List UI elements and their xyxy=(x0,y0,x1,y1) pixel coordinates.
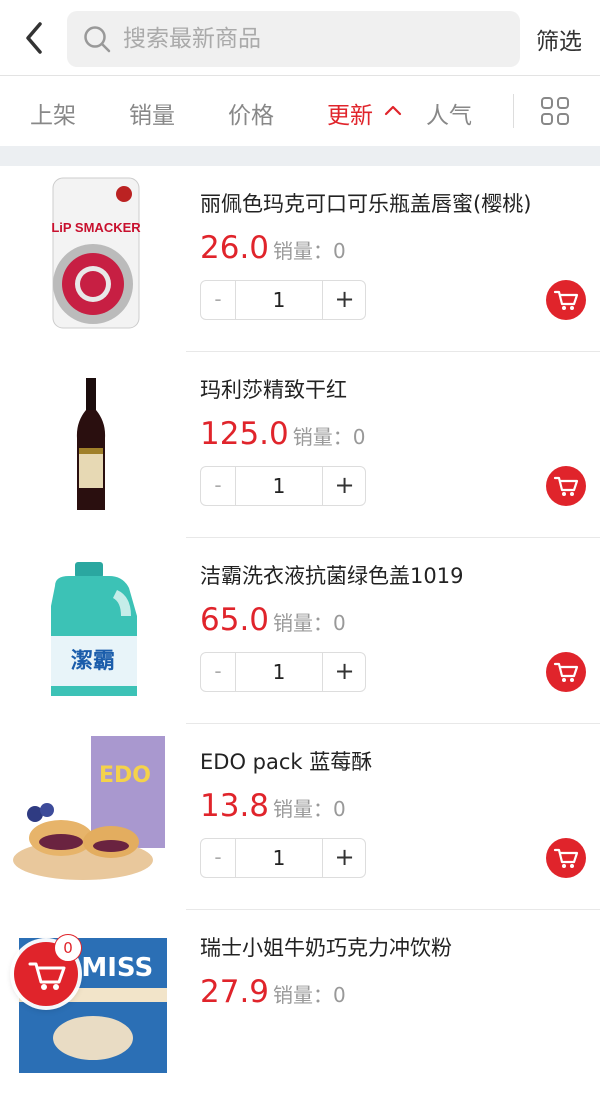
quantity-value[interactable]: 1 xyxy=(236,281,322,319)
decrement-button[interactable]: - xyxy=(201,839,236,877)
product-image-wine[interactable] xyxy=(13,360,168,515)
product-name[interactable]: EDO pack 蓝莓酥 xyxy=(200,746,372,776)
product-item[interactable]: LiP SMACKER 丽佩色玛克可口可乐瓶盖唇蜜(樱桃) 26.0 销量：0 -… xyxy=(0,166,600,352)
decrement-button[interactable]: - xyxy=(201,653,236,691)
product-price: 26.0 销量：0 xyxy=(200,230,346,266)
back-button[interactable] xyxy=(18,18,54,58)
product-item[interactable]: EDO EDO pack 蓝莓酥 13.8 销量：0 - 1 + xyxy=(0,724,600,910)
product-name[interactable]: 瑞士小姐牛奶巧克力冲饮粉 xyxy=(200,932,452,962)
product-name[interactable]: 洁霸洗衣液抗菌绿色盖1019 xyxy=(200,560,463,590)
add-to-cart-button[interactable] xyxy=(546,280,586,320)
product-price: 27.9 销量：0 xyxy=(200,974,346,1010)
filter-button[interactable]: 筛选 xyxy=(536,22,582,56)
quantity-stepper: - 1 + xyxy=(200,652,366,692)
search-box[interactable] xyxy=(67,11,520,67)
section-gap xyxy=(0,146,600,166)
quantity-value[interactable]: 1 xyxy=(236,839,322,877)
decrement-button[interactable]: - xyxy=(201,467,236,505)
svg-text:EDO: EDO xyxy=(99,763,151,788)
increment-button[interactable]: + xyxy=(322,281,366,319)
quantity-value[interactable]: 1 xyxy=(236,467,322,505)
tab-sales[interactable]: 销量 xyxy=(129,96,175,130)
quantity-stepper: - 1 + xyxy=(200,466,366,506)
tab-price[interactable]: 价格 xyxy=(228,96,274,130)
cart-icon xyxy=(553,476,579,496)
svg-text:LiP SMACKER: LiP SMACKER xyxy=(51,220,141,235)
grid-view-icon[interactable] xyxy=(540,96,570,126)
product-name[interactable]: 玛利莎精致干红 xyxy=(200,374,347,404)
add-to-cart-button[interactable] xyxy=(546,838,586,878)
product-image-lip-balm[interactable]: LiP SMACKER xyxy=(13,174,168,329)
cart-count-badge: 0 xyxy=(54,934,82,962)
product-price: 125.0 销量：0 xyxy=(200,416,366,452)
cart-icon xyxy=(553,848,579,868)
search-icon xyxy=(84,26,111,53)
floating-cart-button[interactable]: 0 xyxy=(14,934,82,1006)
increment-button[interactable]: + xyxy=(322,653,366,691)
product-name[interactable]: 丽佩色玛克可口可乐瓶盖唇蜜(樱桃) xyxy=(200,188,531,218)
back-arrow-icon xyxy=(26,22,42,54)
tab-divider xyxy=(513,94,514,128)
tab-shelf[interactable]: 上架 xyxy=(30,96,76,130)
sort-tabs: 上架 销量 价格 更新 人气 xyxy=(0,76,600,146)
product-image-blueberry-pastry[interactable]: EDO xyxy=(13,732,168,887)
product-price: 65.0 销量：0 xyxy=(200,602,346,638)
product-item[interactable]: s MISS 瑞士小姐牛奶巧克力冲饮粉 27.9 销量：0 xyxy=(0,910,600,1096)
top-bar: 筛选 xyxy=(0,0,600,76)
increment-button[interactable]: + xyxy=(322,467,366,505)
product-item[interactable]: 潔霸 洁霸洗衣液抗菌绿色盖1019 65.0 销量：0 - 1 + xyxy=(0,538,600,724)
decrement-button[interactable]: - xyxy=(201,281,236,319)
search-input[interactable] xyxy=(123,11,503,67)
chevron-up-icon xyxy=(384,105,402,116)
svg-text:潔霸: 潔霸 xyxy=(71,649,115,674)
product-image-detergent[interactable]: 潔霸 xyxy=(13,546,168,701)
add-to-cart-button[interactable] xyxy=(546,466,586,506)
quantity-value[interactable]: 1 xyxy=(236,653,322,691)
quantity-stepper: - 1 + xyxy=(200,280,366,320)
tab-popularity[interactable]: 人气 xyxy=(426,96,472,130)
add-to-cart-button[interactable] xyxy=(546,652,586,692)
product-item[interactable]: 玛利莎精致干红 125.0 销量：0 - 1 + xyxy=(0,352,600,538)
tab-update[interactable]: 更新 xyxy=(327,96,373,130)
product-price: 13.8 销量：0 xyxy=(200,788,346,824)
cart-icon xyxy=(553,290,579,310)
increment-button[interactable]: + xyxy=(322,839,366,877)
cart-icon xyxy=(553,662,579,682)
quantity-stepper: - 1 + xyxy=(200,838,366,878)
